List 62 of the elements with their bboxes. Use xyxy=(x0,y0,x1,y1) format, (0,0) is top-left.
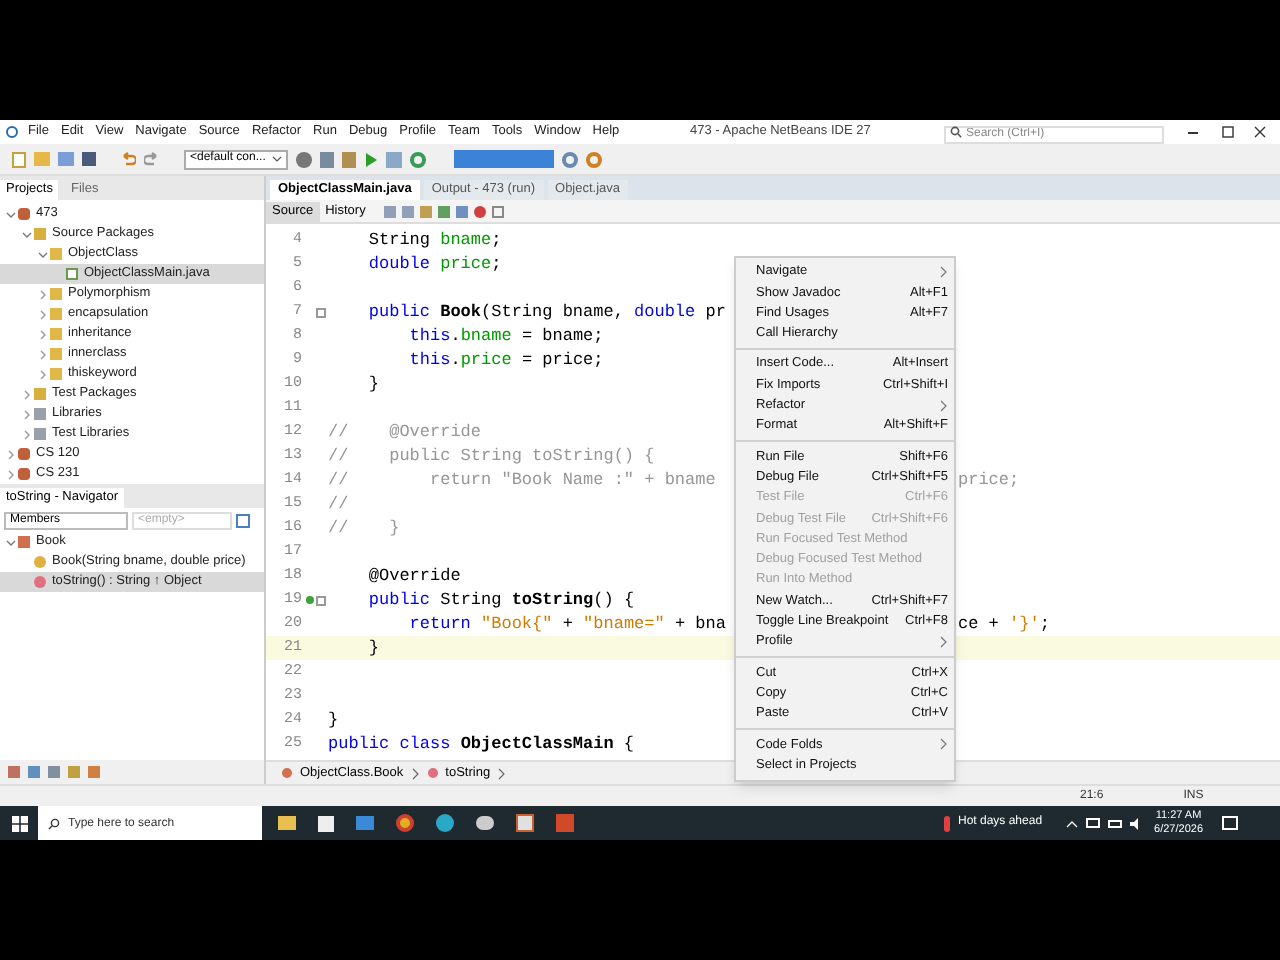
collapsed-icon[interactable] xyxy=(38,349,48,359)
expanded-icon[interactable] xyxy=(6,209,16,219)
java-file-icon xyxy=(66,268,78,280)
search-icon xyxy=(48,817,60,829)
fold-icon[interactable] xyxy=(316,307,326,317)
thermometer-icon xyxy=(944,815,950,831)
fold-icon[interactable] xyxy=(316,595,326,605)
app-logo-icon xyxy=(6,126,18,138)
package-icon xyxy=(50,248,62,260)
redo-icon[interactable] xyxy=(144,152,160,166)
code-text: this.price = price; xyxy=(407,347,604,373)
windows-start-icon[interactable] xyxy=(12,815,28,831)
run-icon[interactable] xyxy=(364,151,378,167)
close-button[interactable] xyxy=(1254,126,1266,138)
expanded-icon[interactable] xyxy=(22,229,32,239)
chevron-icon xyxy=(498,767,507,779)
code-text: } xyxy=(366,635,380,661)
method-icon xyxy=(34,576,46,588)
collapsed-icon[interactable] xyxy=(22,429,32,439)
code-text: public class ObjectClassMain { xyxy=(328,731,635,757)
code-text: public Book(String bname, double pr xyxy=(366,299,726,325)
chevron-up-icon[interactable] xyxy=(1066,819,1079,827)
code-text: price; xyxy=(958,467,1020,493)
code-text: } xyxy=(366,371,380,397)
collapsed-icon[interactable] xyxy=(38,309,48,319)
code-text: return "Book{" + "bname=" + bna xyxy=(407,611,726,637)
chevron-icon xyxy=(411,767,420,779)
class-icon xyxy=(282,768,292,778)
code-text: String bname; xyxy=(366,227,502,253)
class-icon xyxy=(18,536,30,548)
collapsed-icon[interactable] xyxy=(22,409,32,419)
minimize-button[interactable] xyxy=(1188,131,1198,133)
undo-icon[interactable] xyxy=(120,152,136,166)
code-text: // @Override xyxy=(328,419,482,445)
caret-icon xyxy=(272,156,282,162)
maximize-button[interactable] xyxy=(1222,126,1234,138)
search-icon xyxy=(950,126,962,138)
code-text: } xyxy=(328,707,339,733)
code-text: this.bname = bname; xyxy=(407,323,604,349)
code-text: // public String toString() { xyxy=(328,443,655,469)
expanded-icon[interactable] xyxy=(38,249,48,259)
record-icon[interactable] xyxy=(473,205,486,217)
code-text: ce + '}'; xyxy=(958,611,1050,637)
project-icon xyxy=(18,208,30,220)
code-text: // return "Book Name :" + bname xyxy=(328,467,716,493)
constructor-icon xyxy=(34,556,46,568)
collapsed-icon[interactable] xyxy=(38,369,48,379)
navigator-options-icon[interactable] xyxy=(236,513,250,527)
collapsed-icon[interactable] xyxy=(38,289,48,299)
code-text: public String toString() { xyxy=(366,587,635,613)
override-marker-icon[interactable] xyxy=(306,596,314,604)
collapsed-icon[interactable] xyxy=(38,329,48,339)
stop-icon[interactable] xyxy=(491,205,504,217)
collapsed-icon[interactable] xyxy=(22,389,32,399)
code-text: double price; xyxy=(366,251,502,277)
collapsed-icon[interactable] xyxy=(6,469,16,479)
code-text: @Override xyxy=(366,563,461,589)
code-text: // xyxy=(328,491,349,517)
method-icon xyxy=(427,768,438,778)
collapsed-icon[interactable] xyxy=(6,449,16,459)
code-text: // } xyxy=(328,515,400,541)
expanded-icon[interactable] xyxy=(6,537,16,547)
